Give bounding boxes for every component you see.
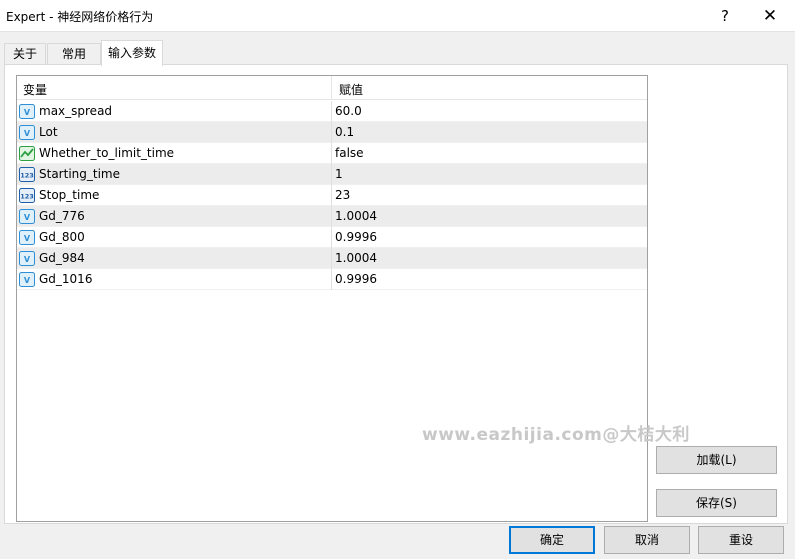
parameter-name: Gd_1016 bbox=[39, 272, 93, 286]
help-button[interactable]: ? bbox=[703, 0, 747, 32]
parameter-value[interactable]: 0.9996 bbox=[335, 230, 377, 244]
svg-text:V: V bbox=[24, 213, 31, 222]
svg-text:V: V bbox=[24, 255, 31, 264]
svg-text:V: V bbox=[24, 276, 31, 285]
table-row[interactable]: 123 Starting_time 1 bbox=[17, 164, 647, 185]
column-header-value[interactable]: 赋值 bbox=[339, 81, 363, 98]
load-button[interactable]: 加载(L) bbox=[656, 446, 777, 474]
parameter-name: Gd_776 bbox=[39, 209, 85, 223]
parameter-value[interactable]: 1.0004 bbox=[335, 209, 377, 223]
cell-divider bbox=[331, 101, 332, 122]
bool-chart-icon bbox=[19, 146, 35, 161]
double-value-icon: V bbox=[19, 230, 35, 245]
double-value-icon: V bbox=[19, 272, 35, 287]
parameter-value[interactable]: 1 bbox=[335, 167, 343, 181]
parameter-value[interactable]: 0.9996 bbox=[335, 272, 377, 286]
table-row[interactable]: V Gd_1016 0.9996 bbox=[17, 269, 647, 290]
parameter-value[interactable]: 23 bbox=[335, 188, 350, 202]
table-header: 变量 赋值 bbox=[17, 76, 647, 100]
parameter-name: Lot bbox=[39, 125, 58, 139]
parameter-name: Gd_984 bbox=[39, 251, 85, 265]
help-icon: ? bbox=[721, 7, 729, 25]
ok-button[interactable]: 确定 bbox=[509, 526, 595, 554]
cell-divider bbox=[331, 227, 332, 248]
integer-123-icon: 123 bbox=[19, 167, 35, 182]
double-value-icon: V bbox=[19, 209, 35, 224]
cell-divider bbox=[331, 143, 332, 164]
cell-divider bbox=[331, 122, 332, 143]
parameter-value[interactable]: 0.1 bbox=[335, 125, 354, 139]
window-title: Expert - 神经网络价格行为 bbox=[6, 10, 154, 24]
parameter-name: max_spread bbox=[39, 104, 113, 118]
watermark: www.eazhijia.com@大桔大利 bbox=[422, 425, 690, 445]
column-header-variable[interactable]: 变量 bbox=[23, 81, 47, 98]
parameter-name: Gd_800 bbox=[39, 230, 85, 244]
cell-divider bbox=[331, 269, 332, 290]
double-value-icon: V bbox=[19, 125, 35, 140]
tab-about[interactable]: 关于 bbox=[4, 43, 46, 65]
title-bar: Expert - 神经网络价格行为 ? ✕ bbox=[0, 0, 795, 32]
integer-123-icon: 123 bbox=[19, 188, 35, 203]
reset-button[interactable]: 重设 bbox=[698, 526, 784, 554]
svg-text:123: 123 bbox=[20, 172, 34, 180]
svg-text:V: V bbox=[24, 108, 31, 117]
tab-inputs[interactable]: 输入参数 bbox=[101, 40, 163, 66]
close-button[interactable]: ✕ bbox=[748, 0, 792, 32]
table-row[interactable]: 123 Stop_time 23 bbox=[17, 185, 647, 206]
svg-text:V: V bbox=[24, 234, 31, 243]
table-row[interactable]: V Gd_776 1.0004 bbox=[17, 206, 647, 227]
parameter-name: Whether_to_limit_time bbox=[39, 146, 175, 160]
parameters-table: 变量 赋值 Vmax_spread 60.0 V Lot 0.1 Whether_to_l… bbox=[16, 75, 648, 522]
tab-common[interactable]: 常用 bbox=[47, 43, 101, 65]
cancel-button[interactable]: 取消 bbox=[604, 526, 690, 554]
cell-divider bbox=[331, 164, 332, 185]
double-value-icon: V bbox=[19, 104, 35, 119]
table-row[interactable]: V Lot 0.1 bbox=[17, 122, 647, 143]
parameter-name: Starting_time bbox=[39, 167, 120, 181]
column-divider[interactable] bbox=[331, 76, 332, 100]
double-value-icon: V bbox=[19, 251, 35, 266]
table-row[interactable]: Vmax_spread 60.0 bbox=[17, 101, 647, 122]
save-button[interactable]: 保存(S) bbox=[656, 489, 777, 517]
parameter-value[interactable]: 60.0 bbox=[335, 104, 362, 118]
parameter-name: Stop_time bbox=[39, 188, 100, 202]
cell-divider bbox=[331, 185, 332, 206]
close-icon: ✕ bbox=[762, 6, 778, 26]
parameter-value[interactable]: false bbox=[335, 146, 364, 160]
svg-text:V: V bbox=[24, 129, 31, 138]
cell-divider bbox=[331, 206, 332, 227]
parameter-value[interactable]: 1.0004 bbox=[335, 251, 377, 265]
cell-divider bbox=[331, 248, 332, 269]
table-row[interactable]: V Gd_800 0.9996 bbox=[17, 227, 647, 248]
table-row[interactable]: V Gd_984 1.0004 bbox=[17, 248, 647, 269]
svg-text:123: 123 bbox=[20, 193, 34, 201]
table-row[interactable]: Whether_to_limit_time false bbox=[17, 143, 647, 164]
